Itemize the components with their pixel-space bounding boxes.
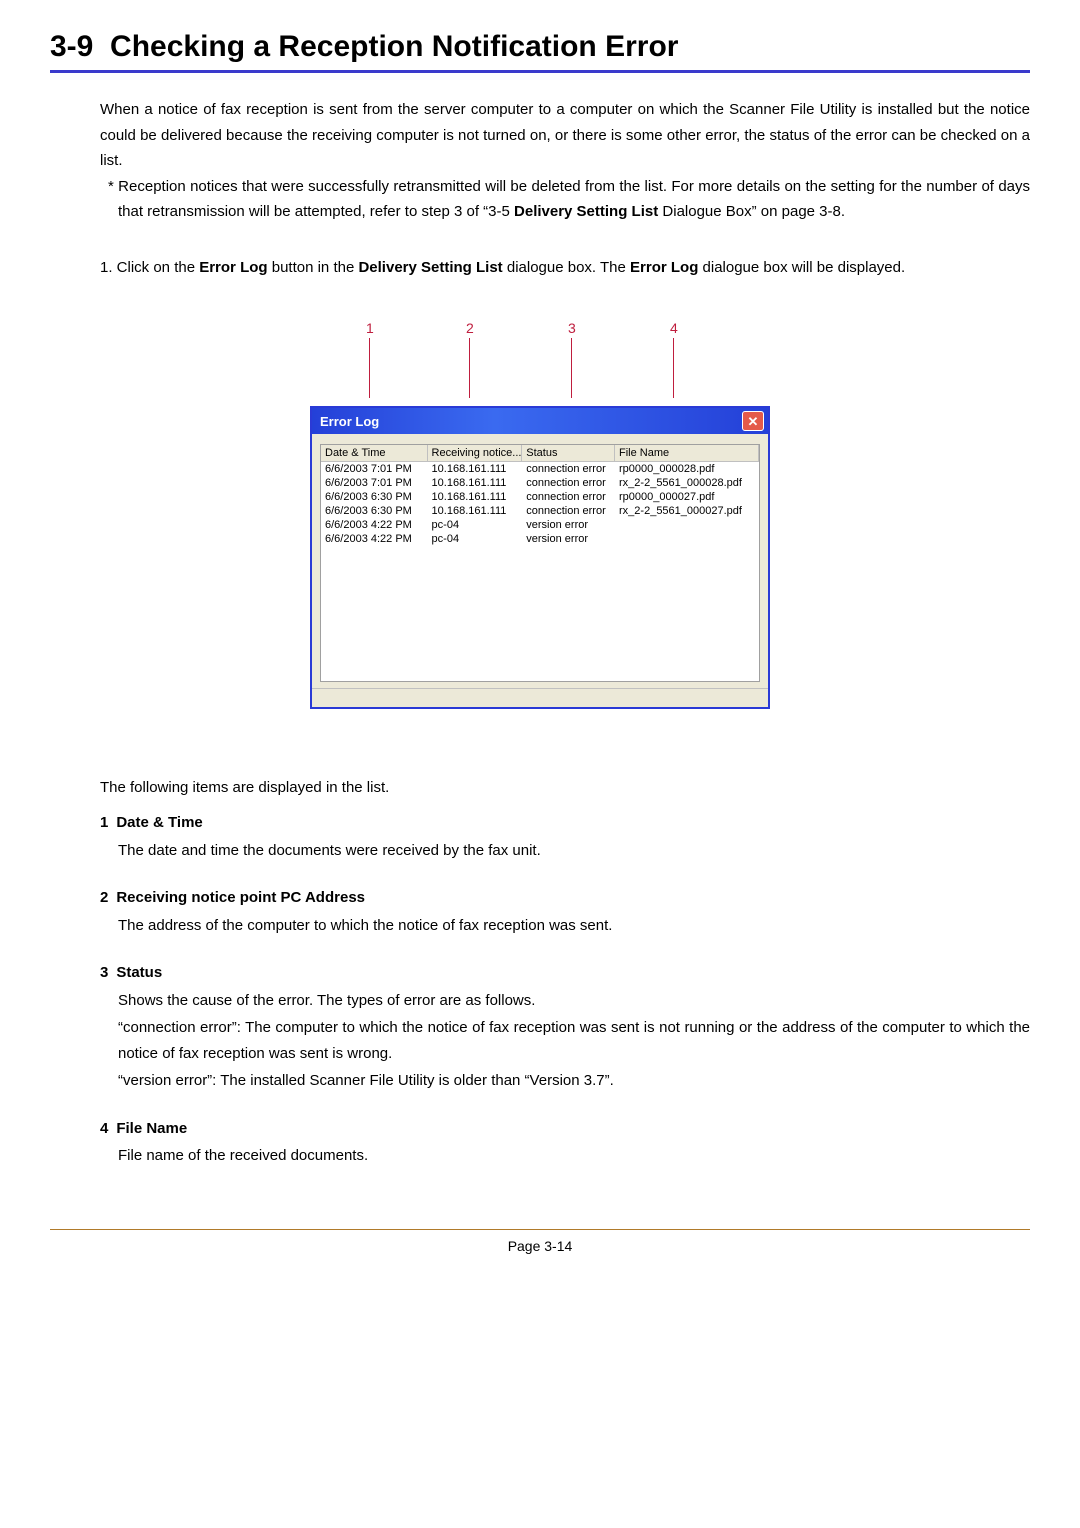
table-row[interactable]: 6/6/2003 7:01 PM10.168.161.111connection…	[321, 462, 759, 476]
table-cell: version error	[522, 532, 615, 546]
table-row[interactable]: 6/6/2003 4:22 PMpc-04version error	[321, 518, 759, 532]
callout-2: 2	[466, 320, 474, 398]
callout-3: 3	[568, 320, 576, 398]
item-3: 3Status Shows the cause of the error. Th…	[100, 960, 1030, 1094]
table-cell	[615, 532, 759, 546]
section-title-text: Checking a Reception Notification Error	[110, 30, 678, 63]
table-cell: 6/6/2003 4:22 PM	[321, 532, 428, 546]
table-cell: rp0000_000028.pdf	[615, 462, 759, 476]
table-cell: connection error	[522, 490, 615, 504]
table-row[interactable]: 6/6/2003 6:30 PM10.168.161.111connection…	[321, 504, 759, 518]
note-paragraph: * Reception notices that were successful…	[100, 174, 1030, 225]
table-header-row: Date & Time Receiving notice... Status F…	[321, 445, 759, 462]
step-1: 1. Click on the Error Log button in the …	[100, 255, 1030, 281]
table-cell: 10.168.161.111	[428, 490, 523, 504]
col-receiving-notice[interactable]: Receiving notice...	[428, 445, 523, 461]
item-1: 1Date & Time The date and time the docum…	[100, 810, 1030, 863]
list-intro: The following items are displayed in the…	[100, 779, 1030, 796]
table-cell: 10.168.161.111	[428, 504, 523, 518]
dialog-titlebar[interactable]: Error Log ✕	[312, 408, 768, 434]
callout-4: 4	[670, 320, 678, 398]
close-button[interactable]: ✕	[742, 411, 764, 431]
table-cell: 6/6/2003 7:01 PM	[321, 462, 428, 476]
section-number: 3-9	[50, 30, 93, 63]
table-row[interactable]: 6/6/2003 4:22 PMpc-04version error	[321, 532, 759, 546]
item-2: 2Receiving notice point PC Address The a…	[100, 885, 1030, 938]
table-cell: 6/6/2003 7:01 PM	[321, 476, 428, 490]
table-cell	[615, 518, 759, 532]
page-number: Page 3-14	[508, 1238, 573, 1254]
table-cell: 6/6/2003 6:30 PM	[321, 504, 428, 518]
table-row[interactable]: 6/6/2003 6:30 PM10.168.161.111connection…	[321, 490, 759, 504]
callout-1: 1	[366, 320, 374, 398]
table-cell: connection error	[522, 462, 615, 476]
table-cell: connection error	[522, 476, 615, 490]
table-cell: rx_2-2_5561_000028.pdf	[615, 476, 759, 490]
table-cell: 6/6/2003 6:30 PM	[321, 490, 428, 504]
table-cell: version error	[522, 518, 615, 532]
dialog-title: Error Log	[320, 414, 379, 429]
col-status[interactable]: Status	[522, 445, 615, 461]
table-cell: rp0000_000027.pdf	[615, 490, 759, 504]
col-date-time[interactable]: Date & Time	[321, 445, 428, 461]
dialog-footer	[312, 688, 768, 707]
table-cell: rx_2-2_5561_000027.pdf	[615, 504, 759, 518]
section-heading: 3-9 Checking a Reception Notification Er…	[50, 20, 1030, 73]
figure-error-log-dialog: 1 2 3 4 Error Log ✕	[310, 320, 770, 709]
table-row[interactable]: 6/6/2003 7:01 PM10.168.161.111connection…	[321, 476, 759, 490]
item-4: 4File Name File name of the received doc…	[100, 1116, 1030, 1169]
close-icon: ✕	[748, 415, 759, 428]
intro-paragraph: When a notice of fax reception is sent f…	[100, 97, 1030, 174]
table-cell: 6/6/2003 4:22 PM	[321, 518, 428, 532]
table-cell: pc-04	[428, 518, 523, 532]
col-file-name[interactable]: File Name	[615, 445, 759, 461]
table-cell: pc-04	[428, 532, 523, 546]
error-log-table[interactable]: Date & Time Receiving notice... Status F…	[320, 444, 760, 682]
error-log-dialog: Error Log ✕ Date & Time Receiving notice…	[310, 406, 770, 709]
table-cell: connection error	[522, 504, 615, 518]
table-cell: 10.168.161.111	[428, 476, 523, 490]
table-cell: 10.168.161.111	[428, 462, 523, 476]
page-footer: Page 3-14	[50, 1229, 1030, 1254]
